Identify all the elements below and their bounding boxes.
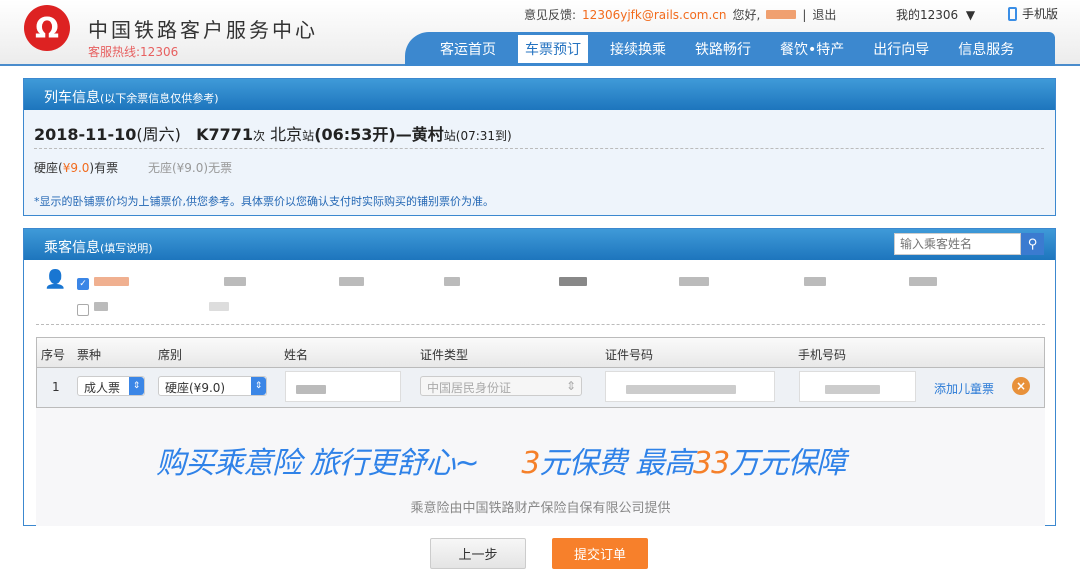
ticket-type-value: 成人票 [84,381,120,395]
seat-status: 无票 [208,161,232,175]
mobile-link[interactable]: 手机版 [1008,5,1058,22]
slogan-3: 万元保障 [729,446,845,481]
title-text: 列车信息 [44,90,100,106]
table-header: 序号 票种 席别 姓名 证件类型 证件号码 手机号码 [37,338,1044,368]
feedback-email-link[interactable]: 12306yjfk@rails.com.cn [582,8,726,22]
insurance-provider: 乘意险由中国铁路财产保险自保有限公司提供 [36,497,1045,516]
depart-time: (06:53开) [314,125,396,144]
slogan-1: 购买乘意险 旅行更舒心~ [156,446,479,481]
to-station: 黄村 [412,125,444,144]
seat-price: ¥9.0 [63,161,90,175]
main-nav: 客运首页 车票预订 接续换乘 铁路畅行 餐饮•特产 出行向导 信息服务 [405,32,1055,66]
nav-travel-guide[interactable]: 出行向导 [866,35,936,63]
submit-order-button[interactable]: 提交订单 [552,538,648,569]
seat-name: 无座 [148,161,172,175]
passenger-search-input[interactable] [894,233,1021,255]
station-suffix: 站 [302,129,314,143]
separator: | [802,8,806,22]
select-arrows-icon: ⇕ [129,377,144,395]
row-index: 1 [52,380,60,394]
fill-instructions-link[interactable]: (填写说明) [100,242,153,255]
insurance-banner[interactable]: 购买乘意险 旅行更舒心~ 3元保费 最高33万元保障 乘意险由中国铁路财产保险自… [36,408,1045,526]
table-row: 1 成人票 ⇕ 硬座(¥9.0) ⇕ 中国居民身份证 ⇕ 添加儿童票 × [37,368,1044,407]
passenger-table: 序号 票种 席别 姓名 证件类型 证件号码 手机号码 1 成人票 ⇕ 硬座(¥9.… [36,337,1045,408]
remove-passenger-icon[interactable]: × [1012,377,1030,395]
search-icon[interactable]: ⚲ [1021,233,1044,255]
phone-icon [1008,7,1017,21]
slogan-2: 元保费 最高 [539,446,693,481]
header: Ω 中国铁路客户服务中心 客服热线:12306 意见反馈: 12306yjfk@… [0,0,1080,66]
col-id-type: 证件类型 [420,346,468,363]
select-arrows-icon: ⇕ [251,377,266,395]
col-index: 序号 [41,346,65,363]
back-button[interactable]: 上一步 [430,538,526,569]
col-ticket-type: 票种 [77,346,101,363]
add-child-ticket-link[interactable]: 添加儿童票 [934,380,994,397]
weekday: (周六) [136,125,181,144]
nav-transfer[interactable]: 接续换乘 [603,35,673,63]
nav-railway-pass[interactable]: 铁路畅行 [688,35,758,63]
nav-info-service[interactable]: 信息服务 [951,35,1021,63]
feedback-label: 意见反馈: [524,6,576,23]
user-name-blurred [766,10,796,19]
logout-link[interactable]: 退出 [812,6,836,23]
dash: — [396,125,412,144]
id-number-input[interactable] [605,371,775,402]
train-number: K7771 [196,125,253,144]
seat-availability: 硬座(¥9.0)有票 无座(¥9.0)无票 [34,159,232,176]
id-type-select[interactable]: 中国居民身份证 ⇕ [420,376,582,396]
user-icon: 👤 [44,269,66,290]
title-note: (以下余票信息仅供参考) [100,92,219,105]
my-account-menu[interactable]: 我的12306 ▼ [896,6,975,23]
seat-name: 硬座 [34,161,58,175]
passenger-list-blurred [94,277,1044,317]
insurance-slogan: 购买乘意险 旅行更舒心~ 3元保费 最高33万元保障 [156,438,845,482]
seat-value: 硬座(¥9.0) [165,381,225,395]
col-seat: 席别 [158,346,182,363]
passenger-search: ⚲ [894,233,1044,255]
arrive-time: (07:31到) [456,129,512,143]
divider [34,148,1044,149]
seat-unavailable: 无座(¥9.0)无票 [148,161,232,175]
id-type-value: 中国居民身份证 [427,381,511,395]
passenger-panel: 乘客信息(填写说明) ⚲ 👤 ✓ 序号 票种 席别 姓名 证件类型 证件号码 手… [23,228,1056,526]
select-arrows-icon: ⇕ [566,379,576,393]
caret-down-icon: ▼ [962,8,975,22]
col-name: 姓名 [284,346,308,363]
passenger-checkbox-checked[interactable]: ✓ [77,278,89,290]
slogan-price: 3 [521,446,539,481]
seat-select[interactable]: 硬座(¥9.0) ⇕ [158,376,267,396]
seat-price: ¥9.0 [177,161,204,175]
col-phone: 手机号码 [798,346,846,363]
train-info-title: 列车信息(以下余票信息仅供参考) [24,79,1055,110]
seat-status: 有票 [94,161,118,175]
railway-logo-icon[interactable]: Ω [24,5,70,51]
top-bar: 意见反馈: 12306yjfk@rails.com.cn 您好, | 退出 [524,6,836,23]
nav-food[interactable]: 餐饮•特产 [773,35,851,63]
mobile-label: 手机版 [1022,5,1058,22]
ticket-type-select[interactable]: 成人票 ⇕ [77,376,145,396]
nav-home[interactable]: 客运首页 [433,35,503,63]
site-title: 中国铁路客户服务中心 [88,14,318,43]
nav-ticket-booking[interactable]: 车票预订 [518,35,588,63]
price-note: *显示的卧铺票价均为上铺票价,供您参考。具体票价以您确认支付时实际购买的铺别票价… [34,193,494,209]
title-text: 乘客信息 [44,240,100,256]
train-suffix: 次 [253,129,265,143]
col-id-number: 证件号码 [605,346,653,363]
divider [36,324,1045,325]
slogan-amount: 33 [693,446,729,481]
station-suffix: 站 [444,129,456,143]
name-input[interactable] [285,371,401,402]
passenger-checkbox[interactable] [77,304,89,316]
train-info-panel: 列车信息(以下余票信息仅供参考) 2018-11-10(周六) K7771次 北… [23,78,1056,216]
my-account-label: 我的12306 [896,8,958,22]
greeting: 您好, [733,6,761,23]
phone-input[interactable] [799,371,916,402]
hotline: 客服热线:12306 [88,43,178,60]
train-summary: 2018-11-10(周六) K7771次 北京站(06:53开)—黄村站(07… [34,121,512,145]
travel-date: 2018-11-10 [34,125,136,144]
from-station: 北京 [270,125,302,144]
